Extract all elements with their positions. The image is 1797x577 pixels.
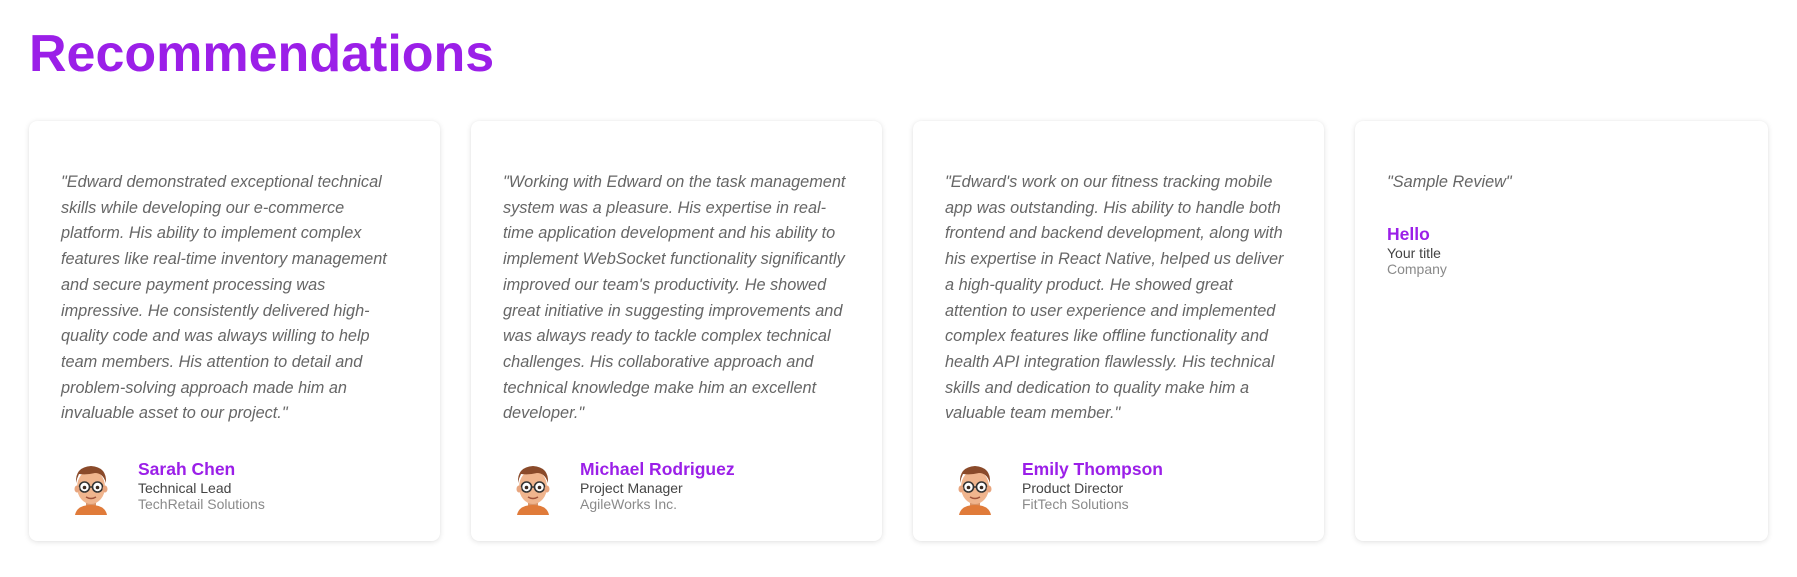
recommendation-card: "Sample Review" Hello Your title Company — [1355, 121, 1768, 541]
author-company: FitTech Solutions — [1022, 496, 1129, 513]
recommendation-card: "Working with Edward on the task managem… — [471, 121, 882, 541]
recommendation-card: "Edward's work on our fitness tracking m… — [913, 121, 1324, 541]
author-name: Michael Rodriguez — [580, 459, 735, 480]
author-name: Sarah Chen — [138, 459, 236, 480]
recommendation-author: Sarah Chen Technical Lead TechRetail Sol… — [61, 458, 408, 516]
author-title: Project Manager — [580, 480, 683, 497]
recommendation-quote: "Edward demonstrated exceptional technic… — [61, 173, 387, 423]
cartoon-avatar-icon — [516, 466, 550, 516]
recommendation-quote: "Edward's work on our fitness tracking m… — [945, 173, 1284, 423]
recommendations-list: "Edward demonstrated exceptional technic… — [29, 121, 1768, 541]
cartoon-avatar-icon — [958, 466, 992, 516]
author-info: Emily Thompson Product Director FitTech … — [1022, 458, 1163, 512]
author-name: Emily Thompson — [1022, 459, 1163, 480]
recommendation-author: Emily Thompson Product Director FitTech … — [945, 458, 1292, 516]
cartoon-avatar-icon — [74, 466, 108, 516]
author-company: AgileWorks Inc. — [580, 496, 677, 513]
recommendation-quote: "Sample Review" — [1387, 173, 1512, 191]
recommendation-author: Hello Your title Company — [1387, 223, 1736, 277]
author-info: Hello Your title Company — [1387, 223, 1447, 277]
author-company: Company — [1387, 260, 1447, 277]
recommendation-card: "Edward demonstrated exceptional technic… — [29, 121, 440, 541]
author-company: TechRetail Solutions — [138, 496, 265, 513]
author-info: Michael Rodriguez Project Manager AgileW… — [580, 458, 735, 512]
author-title: Your title — [1387, 244, 1441, 261]
recommendation-quote: "Working with Edward on the task managem… — [503, 173, 846, 423]
page-title: Recommendations — [29, 25, 495, 83]
author-name: Hello — [1387, 223, 1430, 244]
author-title: Product Director — [1022, 480, 1124, 497]
recommendation-author: Michael Rodriguez Project Manager AgileW… — [503, 458, 850, 516]
author-info: Sarah Chen Technical Lead TechRetail Sol… — [138, 458, 265, 512]
author-title: Technical Lead — [138, 480, 232, 497]
